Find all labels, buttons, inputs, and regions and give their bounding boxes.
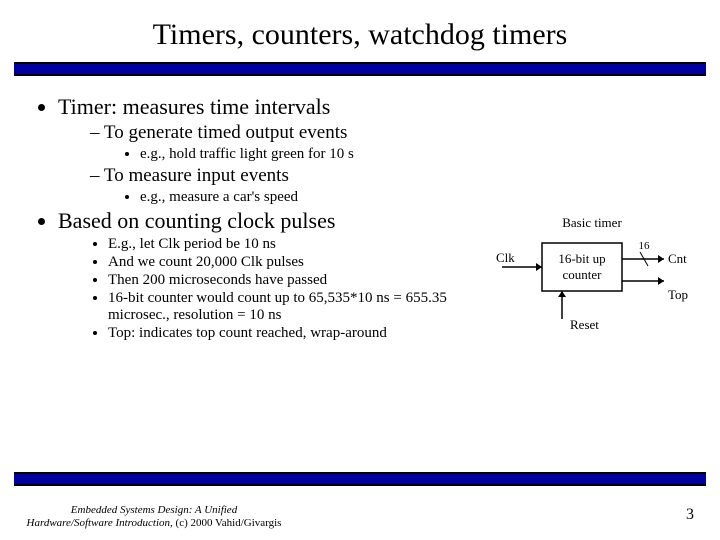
- bullet-car: e.g., measure a car's speed: [140, 189, 494, 206]
- bullet-text: Based on counting clock pulses: [58, 208, 335, 233]
- bullet-200us: Then 200 microseconds have passed: [108, 272, 494, 289]
- box-line2: counter: [563, 267, 603, 282]
- footer-line1: Embedded Systems Design: A Unified: [71, 504, 237, 516]
- footer-line2a: Hardware/Software Introduction,: [27, 517, 173, 529]
- cnt-width: 16: [639, 240, 651, 252]
- bottom-rule: [14, 472, 706, 486]
- bullet-16bit: 16-bit counter would count up to 65,535*…: [108, 290, 494, 324]
- bullet-generate: To generate timed output events e.g., ho…: [90, 122, 494, 163]
- timer-svg: Clk 16-bit up counter 16 Cnt Top Reset: [492, 237, 692, 347]
- cnt-label: Cnt: [668, 251, 687, 266]
- bullet-measure: To measure input events e.g., measure a …: [90, 165, 494, 206]
- top-label: Top: [668, 287, 688, 302]
- box-line1: 16-bit up: [558, 251, 605, 266]
- slide-title: Timers, counters, watchdog timers: [0, 0, 720, 58]
- bullet-20000: And we count 20,000 Clk pulses: [108, 254, 494, 271]
- content-area: Timer: measures time intervals To genera…: [0, 76, 508, 342]
- bullet-text: Timer: measures time intervals: [58, 94, 330, 119]
- diagram-title: Basic timer: [492, 215, 692, 231]
- clk-label: Clk: [496, 250, 515, 265]
- basic-timer-diagram: Basic timer Clk 16-bit up counter 16 Cnt…: [492, 215, 692, 351]
- bullet-timer: Timer: measures time intervals To genera…: [58, 94, 494, 206]
- reset-label: Reset: [570, 317, 599, 332]
- footer-line2b: (c) 2000 Vahid/Givargis: [173, 517, 282, 529]
- bullet-top: Top: indicates top count reached, wrap-a…: [108, 325, 494, 342]
- bullet-text: To measure input events: [104, 165, 289, 186]
- bullet-text: To generate timed output events: [104, 122, 347, 143]
- footer-citation: Embedded Systems Design: A Unified Hardw…: [24, 504, 284, 530]
- title-rule: [14, 62, 706, 76]
- page-number: 3: [686, 506, 694, 524]
- bullet-clk10ns: E.g., let Clk period be 10 ns: [108, 236, 494, 253]
- bullet-counting: Based on counting clock pulses E.g., let…: [58, 208, 494, 342]
- bullet-traffic: e.g., hold traffic light green for 10 s: [140, 146, 494, 163]
